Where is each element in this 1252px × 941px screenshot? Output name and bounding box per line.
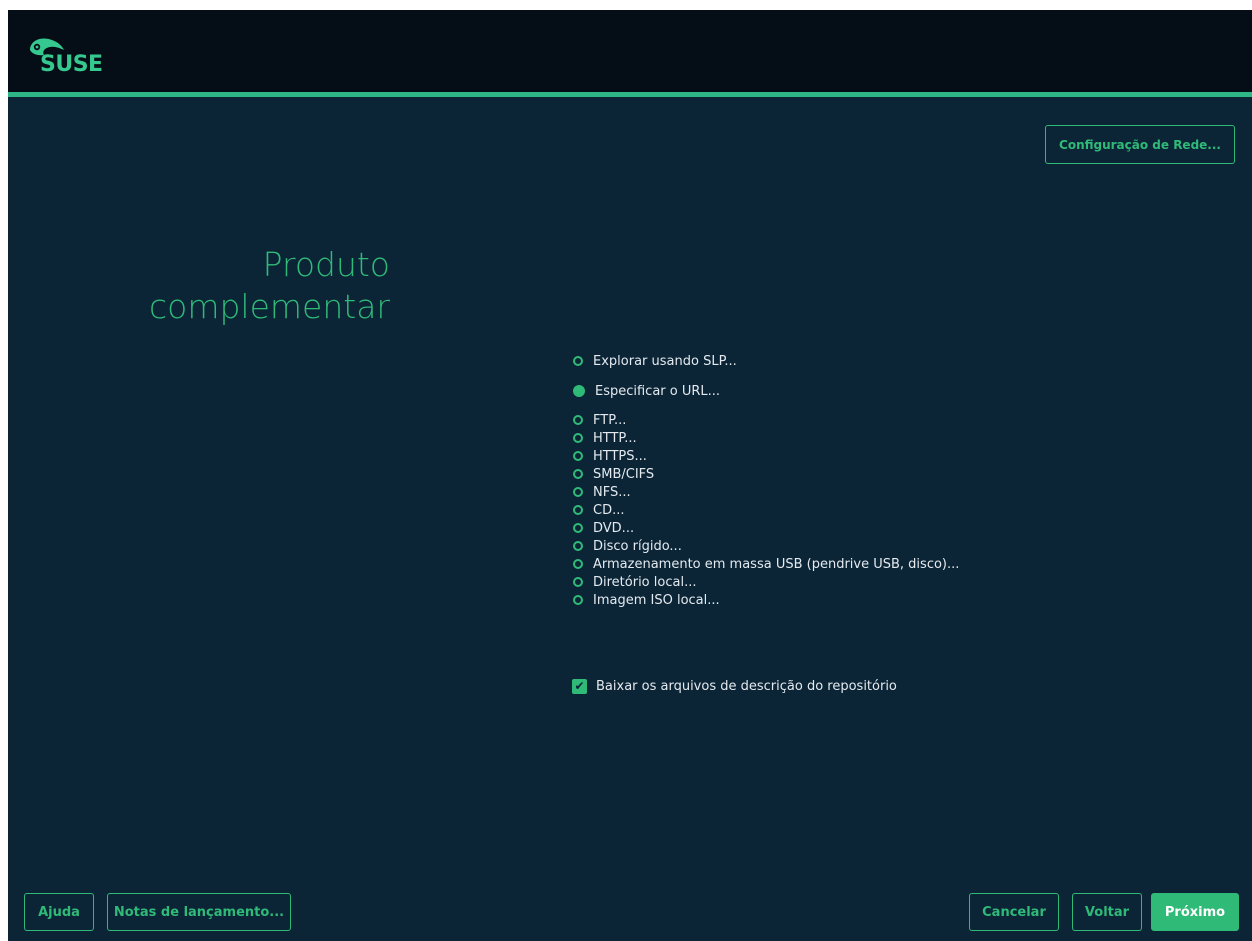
radio-option-hard-disk[interactable]: Disco rígido... [573, 537, 682, 555]
download-description-checkbox[interactable]: ✔ Baixar os arquivos de descrição do rep… [572, 677, 897, 695]
radio-button[interactable] [573, 487, 583, 497]
header-accent-line [8, 92, 1252, 97]
checkbox-label: Baixar os arquivos de descrição do repos… [596, 678, 897, 694]
radio-label: Disco rígido... [593, 538, 682, 554]
radio-option-smb[interactable]: SMB/CIFS [573, 465, 654, 483]
release-notes-button[interactable]: Notas de lançamento... [107, 893, 291, 931]
page-title: Produto complementar [68, 244, 390, 328]
radio-label: Armazenamento em massa USB (pendrive USB… [593, 556, 960, 572]
radio-label: DVD... [593, 520, 635, 536]
radio-label: Diretório local... [593, 574, 697, 590]
next-button[interactable]: Próximo [1151, 893, 1239, 931]
radio-label: Imagem ISO local... [593, 592, 720, 608]
radio-label: Especificar o URL... [595, 383, 721, 399]
back-button[interactable]: Voltar [1072, 893, 1142, 931]
radio-label: SMB/CIFS [593, 466, 655, 482]
network-configuration-button[interactable]: Configuração de Rede... [1045, 125, 1235, 164]
radio-option-slp[interactable]: Explorar usando SLP... [573, 352, 737, 370]
radio-option-http[interactable]: HTTP... [573, 429, 637, 447]
radio-option-url[interactable]: Especificar o URL... [573, 382, 720, 400]
radio-button[interactable] [573, 415, 583, 425]
help-button[interactable]: Ajuda [24, 893, 94, 931]
radio-button[interactable] [573, 356, 583, 366]
cancel-button[interactable]: Cancelar [969, 893, 1059, 931]
radio-label: Explorar usando SLP... [593, 353, 737, 369]
page-title-line-2: complementar [149, 287, 390, 326]
installer-window: SUSE Configuração de Rede... Produto com… [8, 10, 1252, 941]
radio-button-selected[interactable] [573, 385, 585, 397]
radio-button[interactable] [573, 469, 583, 479]
radio-button[interactable] [573, 505, 583, 515]
radio-option-local-dir[interactable]: Diretório local... [573, 573, 696, 591]
radio-button[interactable] [573, 595, 583, 605]
radio-button[interactable] [573, 577, 583, 587]
radio-label: HTTPS... [593, 448, 647, 464]
checkbox-checked-icon[interactable]: ✔ [572, 678, 587, 694]
radio-option-dvd[interactable]: DVD... [573, 519, 634, 537]
radio-option-local-iso[interactable]: Imagem ISO local... [573, 591, 720, 609]
header-bar: SUSE Configuração de Rede... [8, 10, 1252, 164]
suse-logo-text: SUSE [40, 52, 103, 77]
radio-button[interactable] [573, 541, 583, 551]
radio-option-ftp[interactable]: FTP... [573, 411, 626, 429]
radio-label: CD... [593, 502, 625, 518]
page-title-line-1: Produto [262, 245, 390, 284]
radio-label: FTP... [593, 412, 627, 428]
radio-label: HTTP... [593, 430, 637, 446]
radio-option-cd[interactable]: CD... [573, 501, 624, 519]
radio-option-https[interactable]: HTTPS... [573, 447, 647, 465]
radio-button[interactable] [573, 559, 583, 569]
radio-option-nfs[interactable]: NFS... [573, 483, 631, 501]
radio-label: NFS... [593, 484, 631, 500]
radio-button[interactable] [573, 433, 583, 443]
radio-button[interactable] [573, 451, 583, 461]
radio-option-usb[interactable]: Armazenamento em massa USB (pendrive USB… [573, 555, 959, 573]
radio-button[interactable] [573, 523, 583, 533]
